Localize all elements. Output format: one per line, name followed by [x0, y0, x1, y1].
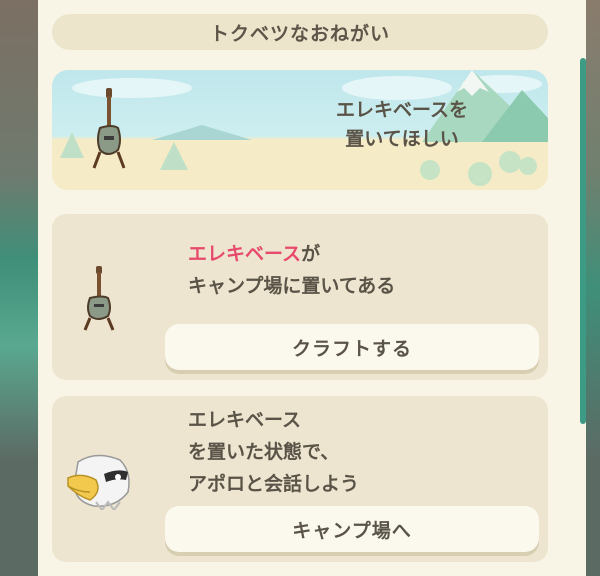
task-2-description: エレキベース を置いた状態で、 アポロと会話しよう: [188, 404, 359, 500]
electric-bass-icon: [92, 88, 126, 169]
banner-message: エレキベースを 置いてほしい: [252, 96, 548, 154]
task-1-line-2: キャンプ場に置いてある: [188, 275, 396, 297]
electric-bass-icon: [83, 266, 115, 331]
banner-line-2: 置いてほしい: [345, 128, 459, 150]
background-scene-left: [0, 0, 40, 576]
dialog-title: トクベツなおねがい: [52, 14, 548, 50]
task-1-item-suffix: が: [301, 243, 321, 265]
task-2-line-2: を置いた状態で、: [188, 441, 340, 463]
task-card-craft: エレキベースが キャンプ場に置いてある クラフトする: [52, 214, 548, 380]
task-1-item-name: エレキベース: [188, 243, 302, 265]
banner-line-1: エレキベースを: [335, 99, 469, 121]
task-1-line-1: エレキベースが: [188, 238, 395, 270]
task-2-line-1: エレキベース: [188, 409, 302, 431]
scrollbar[interactable]: [580, 58, 586, 424]
request-banner: エレキベースを 置いてほしい: [52, 70, 548, 190]
go-to-campsite-button[interactable]: キャンプ場へ: [165, 506, 539, 552]
craft-button[interactable]: クラフトする: [165, 324, 539, 370]
task-card-talk: エレキベース を置いた状態で、 アポロと会話しよう キャンプ場へ: [52, 396, 548, 562]
apollo-eagle-icon: [67, 454, 130, 510]
task-2-line-3: アポロと会話しよう: [188, 473, 360, 495]
task-1-description: エレキベースが キャンプ場に置いてある: [188, 238, 395, 302]
